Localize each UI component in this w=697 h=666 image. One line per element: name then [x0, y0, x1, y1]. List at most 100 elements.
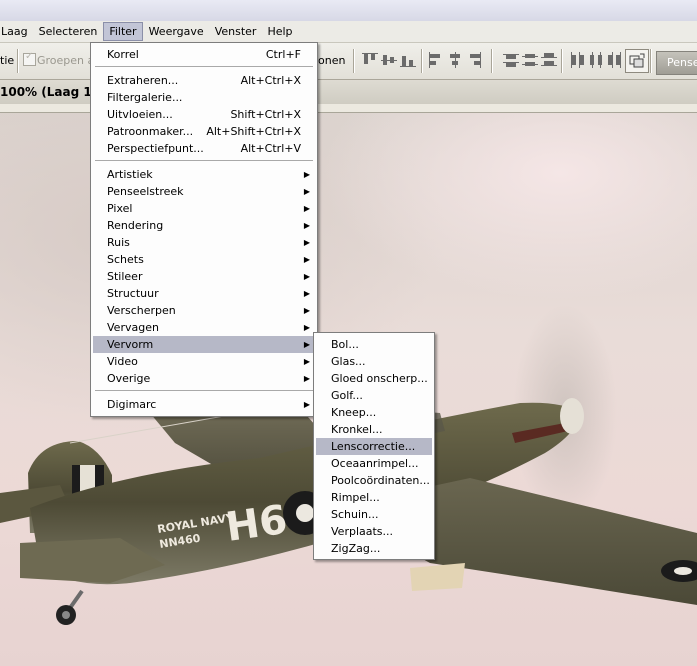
- menu-weergave[interactable]: Weergave: [144, 22, 209, 41]
- submenu-vervorm[interactable]: Vervorm ▶: [93, 336, 315, 353]
- menu-venster[interactable]: Venster: [210, 22, 262, 41]
- menu-item-filtergalerie[interactable]: Filtergalerie...: [93, 89, 315, 106]
- submenu-penseelstreek[interactable]: Penseelstreek ▶: [93, 183, 315, 200]
- submenu-arrow-icon: ▶: [303, 306, 310, 315]
- menu-separator: [95, 66, 313, 67]
- menu-item-rimpel[interactable]: Rimpel...: [316, 489, 432, 506]
- submenu-digimarc[interactable]: Digimarc ▶: [93, 396, 315, 413]
- distribute-vcenter-icon[interactable]: [522, 52, 538, 68]
- submenu-arrow-icon: ▶: [303, 221, 310, 230]
- menu-item-label: Video: [107, 355, 138, 368]
- submenu-arrow-icon: ▶: [303, 323, 310, 332]
- menu-item-kneep[interactable]: Kneep...: [316, 404, 432, 421]
- menu-item-poolcoordinaten[interactable]: Poolcoördinaten...: [316, 472, 432, 489]
- distribute-hcenter-icon[interactable]: [588, 52, 604, 68]
- align-vcenter-icon[interactable]: [381, 52, 397, 68]
- menu-item-label: Overige: [107, 372, 151, 385]
- menu-item-label: Ruis: [107, 236, 130, 249]
- menu-item-label: Vervorm: [107, 338, 154, 351]
- menu-item-label: Artistiek: [107, 168, 153, 181]
- submenu-stileer[interactable]: Stileer ▶: [93, 268, 315, 285]
- submenu-arrow-icon: ▶: [303, 255, 310, 264]
- distribute-bottom-icon[interactable]: [541, 52, 557, 68]
- menu-item-shortcut: Alt+Ctrl+V: [240, 142, 301, 155]
- menu-item-golf[interactable]: Golf...: [316, 387, 432, 404]
- menu-item-extraheren[interactable]: Extraheren... Alt+Ctrl+X: [93, 72, 315, 89]
- submenu-arrow-icon: ▶: [303, 238, 310, 247]
- menu-item-glas[interactable]: Glas...: [316, 353, 432, 370]
- menu-item-shortcut: Ctrl+F: [265, 48, 301, 61]
- toolbar-separator: [353, 49, 355, 73]
- align-bottom-icon[interactable]: [400, 52, 416, 68]
- submenu-arrow-icon: ▶: [303, 187, 310, 196]
- submenu-arrow-icon: ▶: [303, 204, 310, 213]
- groups-checkbox[interactable]: [23, 51, 36, 66]
- submenu-verscherpen[interactable]: Verscherpen ▶: [93, 302, 315, 319]
- submenu-arrow-icon: ▶: [303, 400, 310, 409]
- menu-item-bol[interactable]: Bol...: [316, 336, 432, 353]
- align-left-icon[interactable]: [428, 52, 444, 68]
- filter-menu: Korrel Ctrl+F Extraheren... Alt+Ctrl+X F…: [90, 42, 318, 417]
- submenu-artistiek[interactable]: Artistiek ▶: [93, 166, 315, 183]
- menu-item-uitvloeien[interactable]: Uitvloeien... Shift+Ctrl+X: [93, 106, 315, 123]
- menu-item-label: Schets: [107, 253, 144, 266]
- menu-item-label: Uitvloeien...: [107, 108, 173, 121]
- menu-item-label: Digimarc: [107, 398, 157, 411]
- submenu-structuur[interactable]: Structuur ▶: [93, 285, 315, 302]
- menu-item-label: Vervagen: [107, 321, 159, 334]
- submenu-ruis[interactable]: Ruis ▶: [93, 234, 315, 251]
- submenu-schets[interactable]: Schets ▶: [93, 251, 315, 268]
- menu-item-label: Pixel: [107, 202, 133, 215]
- window-title-strip: [0, 0, 697, 22]
- submenu-arrow-icon: ▶: [303, 272, 310, 281]
- menu-item-label: Filtergalerie...: [107, 91, 183, 104]
- toolbar-separator: [561, 49, 563, 73]
- align-top-icon[interactable]: [362, 52, 378, 68]
- submenu-video[interactable]: Video ▶: [93, 353, 315, 370]
- menu-item-korrel[interactable]: Korrel Ctrl+F: [93, 46, 315, 63]
- submenu-vervagen[interactable]: Vervagen ▶: [93, 319, 315, 336]
- distribute-top-icon[interactable]: [503, 52, 519, 68]
- toolbar-separator: [421, 49, 423, 73]
- submenu-pixel[interactable]: Pixel ▶: [93, 200, 315, 217]
- menu-item-label: Patroonmaker...: [107, 125, 194, 138]
- submenu-overige[interactable]: Overige ▶: [93, 370, 315, 387]
- menu-item-lenscorrectie[interactable]: Lenscorrectie...: [316, 438, 432, 455]
- brushes-tab[interactable]: Pense: [656, 51, 697, 75]
- distribute-left-icon[interactable]: [569, 52, 585, 68]
- menu-bar: Laag Selecteren Filter Weergave Venster …: [0, 21, 697, 43]
- menu-help[interactable]: Help: [262, 22, 297, 41]
- toolbar-separator: [650, 49, 652, 73]
- auto-align-icon: [629, 53, 645, 68]
- distribute-right-icon[interactable]: [607, 52, 623, 68]
- menu-item-patroonmaker[interactable]: Patroonmaker... Alt+Shift+Ctrl+X: [93, 123, 315, 140]
- menu-item-label: Penseelstreek: [107, 185, 184, 198]
- menu-filter[interactable]: Filter: [103, 22, 143, 41]
- submenu-rendering[interactable]: Rendering ▶: [93, 217, 315, 234]
- menu-item-gloed-onscherp[interactable]: Gloed onscherp...: [316, 370, 432, 387]
- submenu-arrow-icon: ▶: [303, 289, 310, 298]
- menu-separator: [95, 390, 313, 391]
- menu-item-label: Korrel: [107, 48, 139, 61]
- options-left-label: tie: [0, 54, 15, 67]
- menu-item-shortcut: Shift+Ctrl+X: [230, 108, 301, 121]
- submenu-arrow-icon: ▶: [303, 374, 310, 383]
- menu-item-zigzag[interactable]: ZigZag...: [316, 540, 432, 557]
- menu-item-shortcut: Alt+Ctrl+X: [240, 74, 301, 87]
- menu-selecteren[interactable]: Selecteren: [34, 22, 103, 41]
- menu-item-oceaanrimpel[interactable]: Oceaanrimpel...: [316, 455, 432, 472]
- submenu-arrow-icon: ▶: [303, 170, 310, 179]
- toolbar-separator: [17, 49, 19, 73]
- menu-item-label: Perspectiefpunt...: [107, 142, 204, 155]
- menu-item-label: Stileer: [107, 270, 143, 283]
- menu-item-schuin[interactable]: Schuin...: [316, 506, 432, 523]
- align-hcenter-icon[interactable]: [447, 52, 463, 68]
- menu-item-label: Rendering: [107, 219, 164, 232]
- options-middle-label: onen: [318, 54, 346, 67]
- menu-item-perspectiefpunt[interactable]: Perspectiefpunt... Alt+Ctrl+V: [93, 140, 315, 157]
- menu-item-kronkel[interactable]: Kronkel...: [316, 421, 432, 438]
- align-right-icon[interactable]: [466, 52, 482, 68]
- auto-align-layers-button[interactable]: [625, 49, 649, 73]
- menu-item-verplaats[interactable]: Verplaats...: [316, 523, 432, 540]
- menu-laag[interactable]: Laag: [0, 22, 33, 41]
